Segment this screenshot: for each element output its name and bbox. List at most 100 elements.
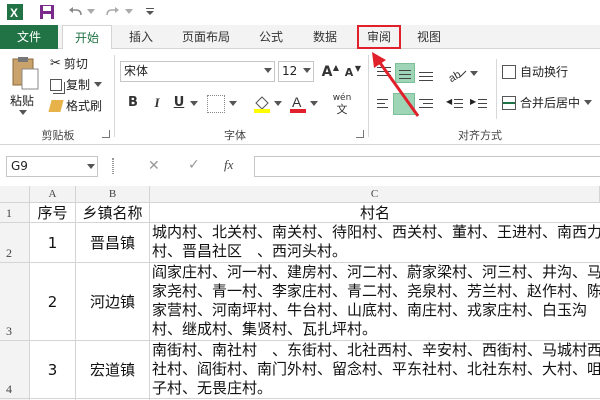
row-header[interactable]: 1 <box>0 203 30 223</box>
column-header-c[interactable]: C <box>150 186 600 203</box>
phonetic-guide-button[interactable]: wén 文 <box>330 93 354 116</box>
customize-qat-icon[interactable] <box>144 3 156 21</box>
row-header[interactable]: 2 <box>0 223 30 263</box>
tab-home[interactable]: 开始 <box>62 25 112 50</box>
chevron-down-icon <box>264 68 272 73</box>
arrow-right-icon: ▶ <box>470 97 477 106</box>
row-header[interactable]: 4 <box>0 341 30 399</box>
border-icon[interactable] <box>207 95 225 113</box>
align-center-selected-indicator <box>393 93 415 115</box>
scissors-icon: ✂ <box>50 56 61 71</box>
clipboard-group-label: 剪贴板 <box>41 129 75 142</box>
copy-icon <box>50 78 62 91</box>
shrink-font-label: A <box>344 66 354 79</box>
cell-a3[interactable]: 2 <box>30 263 76 341</box>
border-dropdown-icon[interactable] <box>229 101 237 107</box>
select-all-corner[interactable] <box>0 186 30 203</box>
clipboard-launcher-icon[interactable] <box>102 130 110 138</box>
cell-a2[interactable]: 1 <box>30 223 76 263</box>
merge-center-label: 合并后居中 <box>520 96 581 110</box>
group-separator <box>496 59 497 119</box>
underline-dropdown-icon[interactable] <box>190 101 198 107</box>
align-left-button[interactable] <box>374 93 394 113</box>
copy-button[interactable]: 复制 <box>50 76 103 93</box>
tab-insert[interactable]: 插入 <box>118 25 164 49</box>
cell-c4[interactable]: 南街村、南社村 、东街村、北社西村、辛安村、西街村、马城村西社村、阎街村、南门外… <box>150 341 600 399</box>
row-header[interactable]: 3 <box>0 263 30 341</box>
chevron-down-icon <box>87 164 95 169</box>
fill-color-icon[interactable] <box>252 93 272 113</box>
cut-button[interactable]: ✂ 剪切 <box>50 55 88 72</box>
undo-dropdown-icon[interactable] <box>86 3 96 21</box>
font-size-select[interactable]: 12 <box>278 61 314 82</box>
copy-label: 复制 <box>66 78 91 92</box>
grow-font-button[interactable]: A ▲ <box>318 63 339 81</box>
caret-up-icon: ▲ <box>332 63 339 72</box>
cell-c2[interactable]: 城内村、北关村、南关村、待阳村、西关村、董村、王进村、南西力村、晋昌社区 、西河… <box>150 223 600 263</box>
wrap-text-button[interactable]: 自动换行 <box>502 63 568 80</box>
orientation-icon[interactable]: ab <box>446 63 470 85</box>
cell-c3[interactable]: 阎家庄村、河一村、建房村、河二村、蔚家梁村、河三村、井沟、马家尧村、青一村、李家… <box>150 263 600 341</box>
merge-center-button[interactable]: 合并后居中 <box>502 94 593 111</box>
format-painter-label: 格式刷 <box>66 99 103 113</box>
redo-icon[interactable] <box>104 3 122 21</box>
cell-b1[interactable]: 乡镇名称 <box>76 203 150 223</box>
save-icon[interactable] <box>38 3 56 21</box>
wrap-text-icon <box>502 64 516 79</box>
font-name-select[interactable]: 宋体 <box>120 61 275 82</box>
format-painter-button[interactable]: 格式刷 <box>48 97 103 114</box>
font-color-icon[interactable]: A <box>288 93 308 113</box>
tab-file[interactable]: 文件 <box>0 25 58 49</box>
cell-b2[interactable]: 晋昌镇 <box>76 223 150 263</box>
paste-button[interactable]: 粘贴 <box>10 92 34 109</box>
formula-bar-splitter[interactable] <box>112 158 114 174</box>
cancel-icon[interactable]: ✕ <box>148 158 160 174</box>
undo-icon[interactable] <box>66 3 84 21</box>
merge-center-icon <box>502 95 516 110</box>
name-box-value: G9 <box>11 159 28 173</box>
merge-center-dropdown-icon[interactable] <box>584 99 593 106</box>
tab-formulas[interactable]: 公式 <box>250 25 292 49</box>
tab-data[interactable]: 数据 <box>304 25 346 49</box>
review-tab-highlight-box <box>357 25 401 49</box>
font-launcher-icon[interactable] <box>356 130 364 138</box>
insert-function-icon[interactable]: fx <box>224 157 233 173</box>
bold-button[interactable]: B <box>124 94 142 112</box>
name-box[interactable]: G9 <box>6 156 98 177</box>
cell-a4[interactable]: 3 <box>30 341 76 399</box>
orientation-dropdown-icon[interactable] <box>470 71 478 77</box>
top-align-button[interactable] <box>374 63 394 83</box>
chevron-down-icon <box>303 68 311 73</box>
tab-view[interactable]: 视图 <box>408 25 450 49</box>
align-right-button[interactable] <box>416 93 436 113</box>
column-header-b[interactable]: B <box>76 186 150 203</box>
quick-access-toolbar: X <box>0 0 600 25</box>
paste-icon[interactable] <box>10 55 40 91</box>
bottom-align-button[interactable] <box>416 63 436 83</box>
arrow-left-icon: ◀ <box>446 97 453 106</box>
column-header-a[interactable]: A <box>30 186 76 203</box>
worksheet-grid[interactable]: A B C 1 序号 乡镇名称 村名 2 1 晋昌镇 城内村、北关村、南关村、待… <box>0 186 600 400</box>
cell-a1[interactable]: 序号 <box>30 203 76 223</box>
cell-b3[interactable]: 河边镇 <box>76 263 150 341</box>
fill-color-dropdown-icon[interactable] <box>274 101 282 107</box>
underline-button[interactable]: U <box>170 94 188 112</box>
shrink-font-button[interactable]: A ▼ <box>340 64 361 82</box>
row-number: 2 <box>6 246 12 260</box>
increase-indent-button[interactable]: ▶ <box>470 93 490 113</box>
formula-input[interactable] <box>254 156 600 177</box>
redo-dropdown-icon[interactable] <box>124 3 134 21</box>
copy-dropdown-icon[interactable] <box>94 81 103 88</box>
grow-font-label: A <box>321 64 333 80</box>
phonetic-char-icon: 文 <box>336 103 348 116</box>
cell-c1[interactable]: 村名 <box>150 203 600 223</box>
font-color-dropdown-icon[interactable] <box>310 101 318 107</box>
enter-icon[interactable]: ✓ <box>188 157 200 173</box>
italic-button[interactable]: I <box>148 94 166 112</box>
decrease-indent-button[interactable]: ◀ <box>446 93 466 113</box>
ribbon-home: 粘贴 ✂ 剪切 复制 格式刷 剪贴板 宋体 12 A ▲ A ▼ B I U A w… <box>0 49 600 145</box>
cell-b4[interactable]: 宏道镇 <box>76 341 150 399</box>
paste-dropdown-icon[interactable] <box>19 110 27 116</box>
middle-align-button[interactable] <box>395 63 415 83</box>
tab-page-layout[interactable]: 页面布局 <box>174 25 238 49</box>
